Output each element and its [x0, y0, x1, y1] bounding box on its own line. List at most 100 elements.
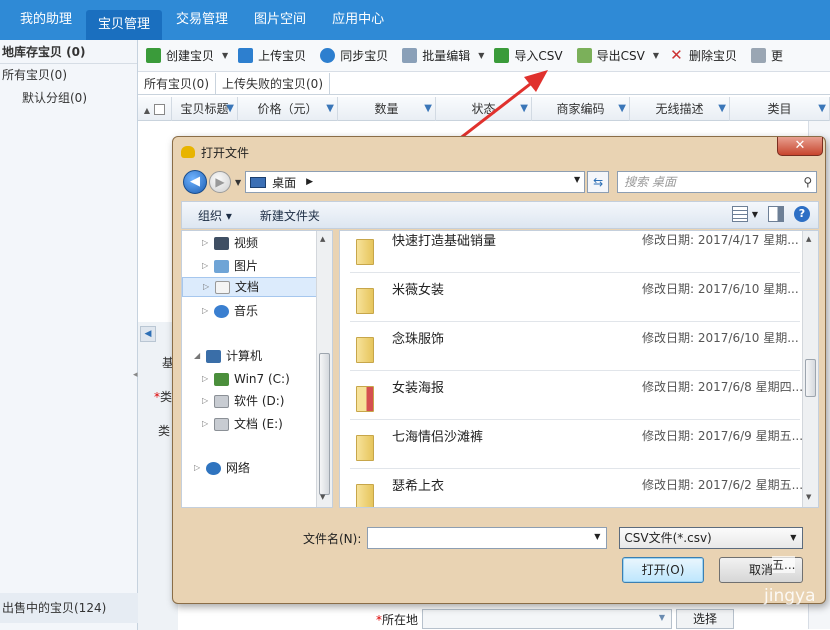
search-input[interactable]: 搜索 桌面 ⚲	[617, 171, 818, 193]
location-select-button[interactable]: 选择	[676, 609, 734, 629]
sidebar-item-default-group[interactable]: 默认分组(0)	[0, 87, 137, 110]
tree-item-pictures[interactable]: ▷ 图片	[182, 256, 318, 276]
file-row[interactable]: 快速打造基础销量 修改日期: 2017/4/17 星期...	[350, 231, 800, 273]
expand-icon[interactable]: ▷	[202, 369, 212, 389]
expand-icon[interactable]: ▷	[202, 301, 212, 321]
forward-arrow-icon[interactable]: ▶	[209, 171, 231, 193]
organize-menu[interactable]: 组织 ▾	[198, 207, 232, 224]
expand-icon[interactable]: ▷	[194, 458, 204, 478]
file-name: 七海情侣沙滩裤	[392, 430, 484, 445]
column-category[interactable]: 类目 ▼	[730, 96, 830, 121]
filename-dropdown-icon[interactable]: ▼	[594, 532, 600, 541]
tree-item-drive-d[interactable]: ▷ 软件 (D:)	[182, 391, 318, 411]
address-dropdown-icon[interactable]: ▼	[574, 175, 580, 184]
filename-input[interactable]: ▼	[367, 527, 608, 549]
tree-item-computer[interactable]: ◢ 计算机	[182, 346, 318, 366]
local-inventory-title[interactable]: 地库存宝贝 (0)	[0, 40, 137, 64]
preview-pane-icon[interactable]	[768, 206, 784, 222]
column-wireless-desc[interactable]: 无线描述 ▼	[630, 96, 730, 121]
filter-icon[interactable]: ▼	[326, 97, 334, 121]
file-row[interactable]: 女装海报 修改日期: 2017/6/8 星期四...	[350, 372, 804, 420]
sync-icon	[320, 48, 336, 63]
filter-icon[interactable]: ▼	[718, 97, 726, 121]
batch-edit-dropdown-icon[interactable]: ▼	[478, 51, 484, 60]
app-icon	[181, 146, 195, 158]
column-title[interactable]: 宝贝标题 ▼	[172, 96, 238, 121]
sidebar-item-on-sale[interactable]: 出售中的宝贝(124)	[0, 593, 138, 623]
sort-up-icon[interactable]: ▲	[144, 106, 150, 115]
file-list-scrollbar[interactable]: ▲ ▼	[802, 231, 818, 507]
export-csv-button[interactable]: 导出CSV	[576, 47, 645, 64]
location-select[interactable]: ▼	[422, 609, 672, 629]
view-dropdown-icon[interactable]: ▼	[752, 210, 758, 219]
upload-item-button[interactable]: 上传宝贝	[238, 47, 306, 64]
navigation-scrollbar[interactable]: ▲ ▼	[316, 231, 332, 507]
tree-item-drive-c[interactable]: ▷ Win7 (C:)	[182, 369, 318, 389]
nav-item-management[interactable]: 宝贝管理	[86, 10, 163, 40]
breadcrumb-chevron-icon[interactable]: ▶	[306, 177, 313, 187]
file-name: 念珠服饰	[392, 332, 445, 347]
refresh-icon[interactable]: ⇆	[587, 171, 610, 193]
expand-icon[interactable]: ▷	[202, 256, 212, 276]
tree-item-drive-e[interactable]: ▷ 文档 (E:)	[182, 414, 318, 434]
tree-item-documents[interactable]: ▷ 文档	[182, 277, 318, 297]
file-row[interactable]: 念珠服饰 修改日期: 2017/6/10 星期...	[350, 323, 800, 371]
network-icon	[206, 461, 221, 475]
history-dropdown-icon[interactable]: ▼	[235, 178, 241, 187]
scrollbar-thumb[interactable]	[319, 353, 330, 495]
file-row[interactable]: 瑟希上衣 修改日期: 2017/6/2 星期五...	[350, 470, 803, 507]
export-csv-label: 导出CSV	[596, 49, 645, 63]
expand-icon[interactable]: ▷	[202, 233, 212, 253]
expand-icon[interactable]: ▷	[203, 277, 213, 297]
scrollbar-thumb[interactable]	[805, 359, 816, 397]
sync-item-button[interactable]: 同步宝贝	[320, 47, 388, 64]
nav-app-center[interactable]: 应用中心	[320, 0, 396, 40]
filename-label: 文件名(N):	[303, 531, 362, 546]
scroll-down-icon[interactable]: ▼	[806, 493, 811, 501]
expand-icon[interactable]: ▷	[202, 391, 212, 411]
sidebar-item-all[interactable]: 所有宝贝(0)	[0, 64, 137, 87]
create-dropdown-icon[interactable]: ▼	[222, 51, 228, 60]
column-price-label: 价格（元）	[257, 101, 318, 116]
address-bar[interactable]: 桌面 ▶ ▼	[245, 171, 586, 193]
create-item-button[interactable]: 创建宝贝	[146, 47, 214, 64]
select-all-cell: ▲	[138, 96, 172, 121]
file-type-select[interactable]: CSV文件(*.csv) ▼	[619, 527, 804, 549]
dialog-close-button[interactable]: ✕	[777, 137, 823, 156]
collapse-icon[interactable]: ◢	[194, 346, 204, 366]
nav-trade-management[interactable]: 交易管理	[164, 0, 240, 40]
select-all-checkbox[interactable]	[154, 103, 166, 115]
expand-icon[interactable]: ▷	[202, 414, 212, 434]
column-quantity-label: 数量	[374, 101, 399, 116]
file-row[interactable]: 七海情侣沙滩裤 修改日期: 2017/6/9 星期五...	[350, 421, 803, 469]
new-folder-button[interactable]: 新建文件夹	[260, 207, 320, 224]
search-icon[interactable]: ⚲	[803, 172, 812, 192]
tree-item-music[interactable]: ▷ 音乐	[182, 301, 318, 321]
filter-icon[interactable]: ▼	[226, 97, 234, 121]
tab-all-items[interactable]: 所有宝贝(0)	[138, 73, 216, 94]
tree-item-videos[interactable]: ▷ 视频	[182, 233, 318, 253]
chevron-down-icon: ▼	[790, 533, 797, 542]
nav-image-space[interactable]: 图片空间	[242, 0, 318, 40]
back-arrow-icon[interactable]: ◀	[183, 170, 207, 194]
scroll-down-icon[interactable]: ▼	[320, 493, 325, 501]
create-item-label: 创建宝贝	[166, 49, 215, 63]
file-row[interactable]: 米薇女装 修改日期: 2017/6/10 星期...	[350, 274, 800, 322]
filter-icon[interactable]: ▼	[818, 97, 826, 121]
tree-item-network[interactable]: ▷ 网络	[182, 458, 318, 478]
open-button[interactable]: 打开(O)	[622, 557, 704, 583]
tab-upload-failed[interactable]: 上传失败的宝贝(0)	[216, 73, 330, 94]
file-modified-date: 修改日期: 2017/6/8 星期四...	[642, 380, 804, 394]
nav-my-assistant[interactable]: 我的助理	[8, 0, 84, 40]
filter-icon[interactable]: ▼	[618, 97, 626, 121]
delete-item-button[interactable]: ✕ 删除宝贝	[669, 47, 737, 64]
column-price[interactable]: 价格（元） ▼	[238, 96, 338, 121]
help-icon[interactable]: ?	[794, 206, 810, 222]
export-dropdown-icon[interactable]: ▼	[653, 51, 659, 60]
panel-left-arrow-icon[interactable]: ◀	[140, 326, 156, 342]
scroll-up-icon[interactable]: ▲	[320, 235, 325, 243]
scroll-up-icon[interactable]: ▲	[806, 235, 811, 243]
more-button[interactable]: 更	[750, 47, 783, 64]
view-options-icon[interactable]	[731, 206, 748, 222]
export-csv-icon	[576, 48, 592, 63]
